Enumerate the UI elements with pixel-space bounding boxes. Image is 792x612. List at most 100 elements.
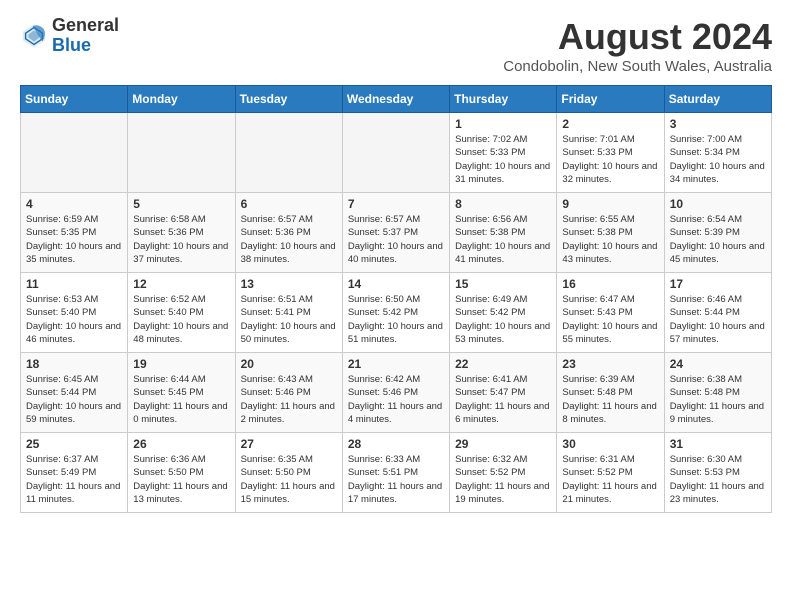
sunrise-label: Sunrise: 6:57 AM	[348, 214, 420, 225]
day-info: Sunrise: 6:41 AM Sunset: 5:47 PM Dayligh…	[455, 373, 551, 426]
day-info: Sunrise: 6:46 AM Sunset: 5:44 PM Dayligh…	[670, 293, 766, 346]
calendar-cell: 4 Sunrise: 6:59 AM Sunset: 5:35 PM Dayli…	[21, 193, 128, 273]
daylight-label: Daylight: 10 hours and 57 minutes.	[670, 321, 765, 345]
calendar-cell: 3 Sunrise: 7:00 AM Sunset: 5:34 PM Dayli…	[664, 113, 771, 193]
day-number: 25	[26, 437, 122, 451]
day-number: 27	[241, 437, 337, 451]
daylight-label: Daylight: 10 hours and 50 minutes.	[241, 321, 336, 345]
calendar-cell: 28 Sunrise: 6:33 AM Sunset: 5:51 PM Dayl…	[342, 433, 449, 513]
sunset-label: Sunset: 5:36 PM	[133, 227, 203, 238]
calendar-cell: 10 Sunrise: 6:54 AM Sunset: 5:39 PM Dayl…	[664, 193, 771, 273]
sunrise-label: Sunrise: 6:35 AM	[241, 454, 313, 465]
sunrise-label: Sunrise: 6:30 AM	[670, 454, 742, 465]
day-info: Sunrise: 6:56 AM Sunset: 5:38 PM Dayligh…	[455, 213, 551, 266]
sunset-label: Sunset: 5:36 PM	[241, 227, 311, 238]
sunrise-label: Sunrise: 6:52 AM	[133, 294, 205, 305]
calendar-week-row: 18 Sunrise: 6:45 AM Sunset: 5:44 PM Dayl…	[21, 353, 772, 433]
daylight-label: Daylight: 11 hours and 2 minutes.	[241, 401, 335, 425]
sunset-label: Sunset: 5:48 PM	[670, 387, 740, 398]
sunset-label: Sunset: 5:44 PM	[670, 307, 740, 318]
day-number: 13	[241, 277, 337, 291]
sunrise-label: Sunrise: 7:00 AM	[670, 134, 742, 145]
daylight-label: Daylight: 11 hours and 19 minutes.	[455, 481, 549, 505]
daylight-label: Daylight: 10 hours and 35 minutes.	[26, 241, 121, 265]
day-number: 1	[455, 117, 551, 131]
sunrise-label: Sunrise: 6:53 AM	[26, 294, 98, 305]
calendar-cell: 13 Sunrise: 6:51 AM Sunset: 5:41 PM Dayl…	[235, 273, 342, 353]
daylight-label: Daylight: 10 hours and 46 minutes.	[26, 321, 121, 345]
logo-blue: Blue	[52, 35, 91, 55]
daylight-label: Daylight: 11 hours and 0 minutes.	[133, 401, 227, 425]
day-info: Sunrise: 6:49 AM Sunset: 5:42 PM Dayligh…	[455, 293, 551, 346]
day-info: Sunrise: 6:31 AM Sunset: 5:52 PM Dayligh…	[562, 453, 658, 506]
day-number: 14	[348, 277, 444, 291]
day-info: Sunrise: 6:43 AM Sunset: 5:46 PM Dayligh…	[241, 373, 337, 426]
day-number: 28	[348, 437, 444, 451]
sunset-label: Sunset: 5:41 PM	[241, 307, 311, 318]
day-info: Sunrise: 6:53 AM Sunset: 5:40 PM Dayligh…	[26, 293, 122, 346]
day-number: 9	[562, 197, 658, 211]
calendar-week-row: 25 Sunrise: 6:37 AM Sunset: 5:49 PM Dayl…	[21, 433, 772, 513]
day-number: 7	[348, 197, 444, 211]
day-info: Sunrise: 7:01 AM Sunset: 5:33 PM Dayligh…	[562, 133, 658, 186]
calendar-cell: 18 Sunrise: 6:45 AM Sunset: 5:44 PM Dayl…	[21, 353, 128, 433]
daylight-label: Daylight: 10 hours and 37 minutes.	[133, 241, 228, 265]
day-number: 11	[26, 277, 122, 291]
daylight-label: Daylight: 10 hours and 51 minutes.	[348, 321, 443, 345]
calendar-cell: 9 Sunrise: 6:55 AM Sunset: 5:38 PM Dayli…	[557, 193, 664, 273]
sunrise-label: Sunrise: 6:47 AM	[562, 294, 634, 305]
day-number: 3	[670, 117, 766, 131]
day-info: Sunrise: 6:57 AM Sunset: 5:37 PM Dayligh…	[348, 213, 444, 266]
sunrise-label: Sunrise: 6:58 AM	[133, 214, 205, 225]
day-info: Sunrise: 6:52 AM Sunset: 5:40 PM Dayligh…	[133, 293, 229, 346]
day-number: 5	[133, 197, 229, 211]
day-number: 29	[455, 437, 551, 451]
day-info: Sunrise: 6:39 AM Sunset: 5:48 PM Dayligh…	[562, 373, 658, 426]
calendar-cell: 25 Sunrise: 6:37 AM Sunset: 5:49 PM Dayl…	[21, 433, 128, 513]
sunrise-label: Sunrise: 6:46 AM	[670, 294, 742, 305]
sunset-label: Sunset: 5:38 PM	[562, 227, 632, 238]
calendar-cell: 23 Sunrise: 6:39 AM Sunset: 5:48 PM Dayl…	[557, 353, 664, 433]
calendar-cell: 22 Sunrise: 6:41 AM Sunset: 5:47 PM Dayl…	[450, 353, 557, 433]
sunset-label: Sunset: 5:48 PM	[562, 387, 632, 398]
sunset-label: Sunset: 5:52 PM	[562, 467, 632, 478]
day-number: 30	[562, 437, 658, 451]
daylight-label: Daylight: 11 hours and 9 minutes.	[670, 401, 764, 425]
weekday-header: Friday	[557, 86, 664, 113]
calendar-cell: 8 Sunrise: 6:56 AM Sunset: 5:38 PM Dayli…	[450, 193, 557, 273]
logo-text: General Blue	[52, 16, 119, 56]
month-title: August 2024	[503, 16, 772, 58]
calendar-cell: 12 Sunrise: 6:52 AM Sunset: 5:40 PM Dayl…	[128, 273, 235, 353]
sunset-label: Sunset: 5:45 PM	[133, 387, 203, 398]
sunset-label: Sunset: 5:40 PM	[133, 307, 203, 318]
weekday-header: Saturday	[664, 86, 771, 113]
sunset-label: Sunset: 5:50 PM	[241, 467, 311, 478]
sunset-label: Sunset: 5:34 PM	[670, 147, 740, 158]
sunset-label: Sunset: 5:42 PM	[348, 307, 418, 318]
day-number: 20	[241, 357, 337, 371]
sunrise-label: Sunrise: 6:56 AM	[455, 214, 527, 225]
day-number: 17	[670, 277, 766, 291]
logo-icon	[20, 22, 48, 50]
day-number: 22	[455, 357, 551, 371]
sunrise-label: Sunrise: 6:37 AM	[26, 454, 98, 465]
calendar-cell: 14 Sunrise: 6:50 AM Sunset: 5:42 PM Dayl…	[342, 273, 449, 353]
day-info: Sunrise: 6:36 AM Sunset: 5:50 PM Dayligh…	[133, 453, 229, 506]
weekday-header: Sunday	[21, 86, 128, 113]
sunrise-label: Sunrise: 6:50 AM	[348, 294, 420, 305]
day-number: 19	[133, 357, 229, 371]
day-info: Sunrise: 6:33 AM Sunset: 5:51 PM Dayligh…	[348, 453, 444, 506]
calendar-cell: 6 Sunrise: 6:57 AM Sunset: 5:36 PM Dayli…	[235, 193, 342, 273]
sunset-label: Sunset: 5:53 PM	[670, 467, 740, 478]
daylight-label: Daylight: 10 hours and 55 minutes.	[562, 321, 657, 345]
day-info: Sunrise: 6:51 AM Sunset: 5:41 PM Dayligh…	[241, 293, 337, 346]
sunset-label: Sunset: 5:50 PM	[133, 467, 203, 478]
sunset-label: Sunset: 5:33 PM	[455, 147, 525, 158]
daylight-label: Daylight: 11 hours and 17 minutes.	[348, 481, 442, 505]
sunset-label: Sunset: 5:47 PM	[455, 387, 525, 398]
daylight-label: Daylight: 10 hours and 45 minutes.	[670, 241, 765, 265]
calendar-cell	[235, 113, 342, 193]
day-info: Sunrise: 6:54 AM Sunset: 5:39 PM Dayligh…	[670, 213, 766, 266]
sunrise-label: Sunrise: 6:45 AM	[26, 374, 98, 385]
day-number: 2	[562, 117, 658, 131]
